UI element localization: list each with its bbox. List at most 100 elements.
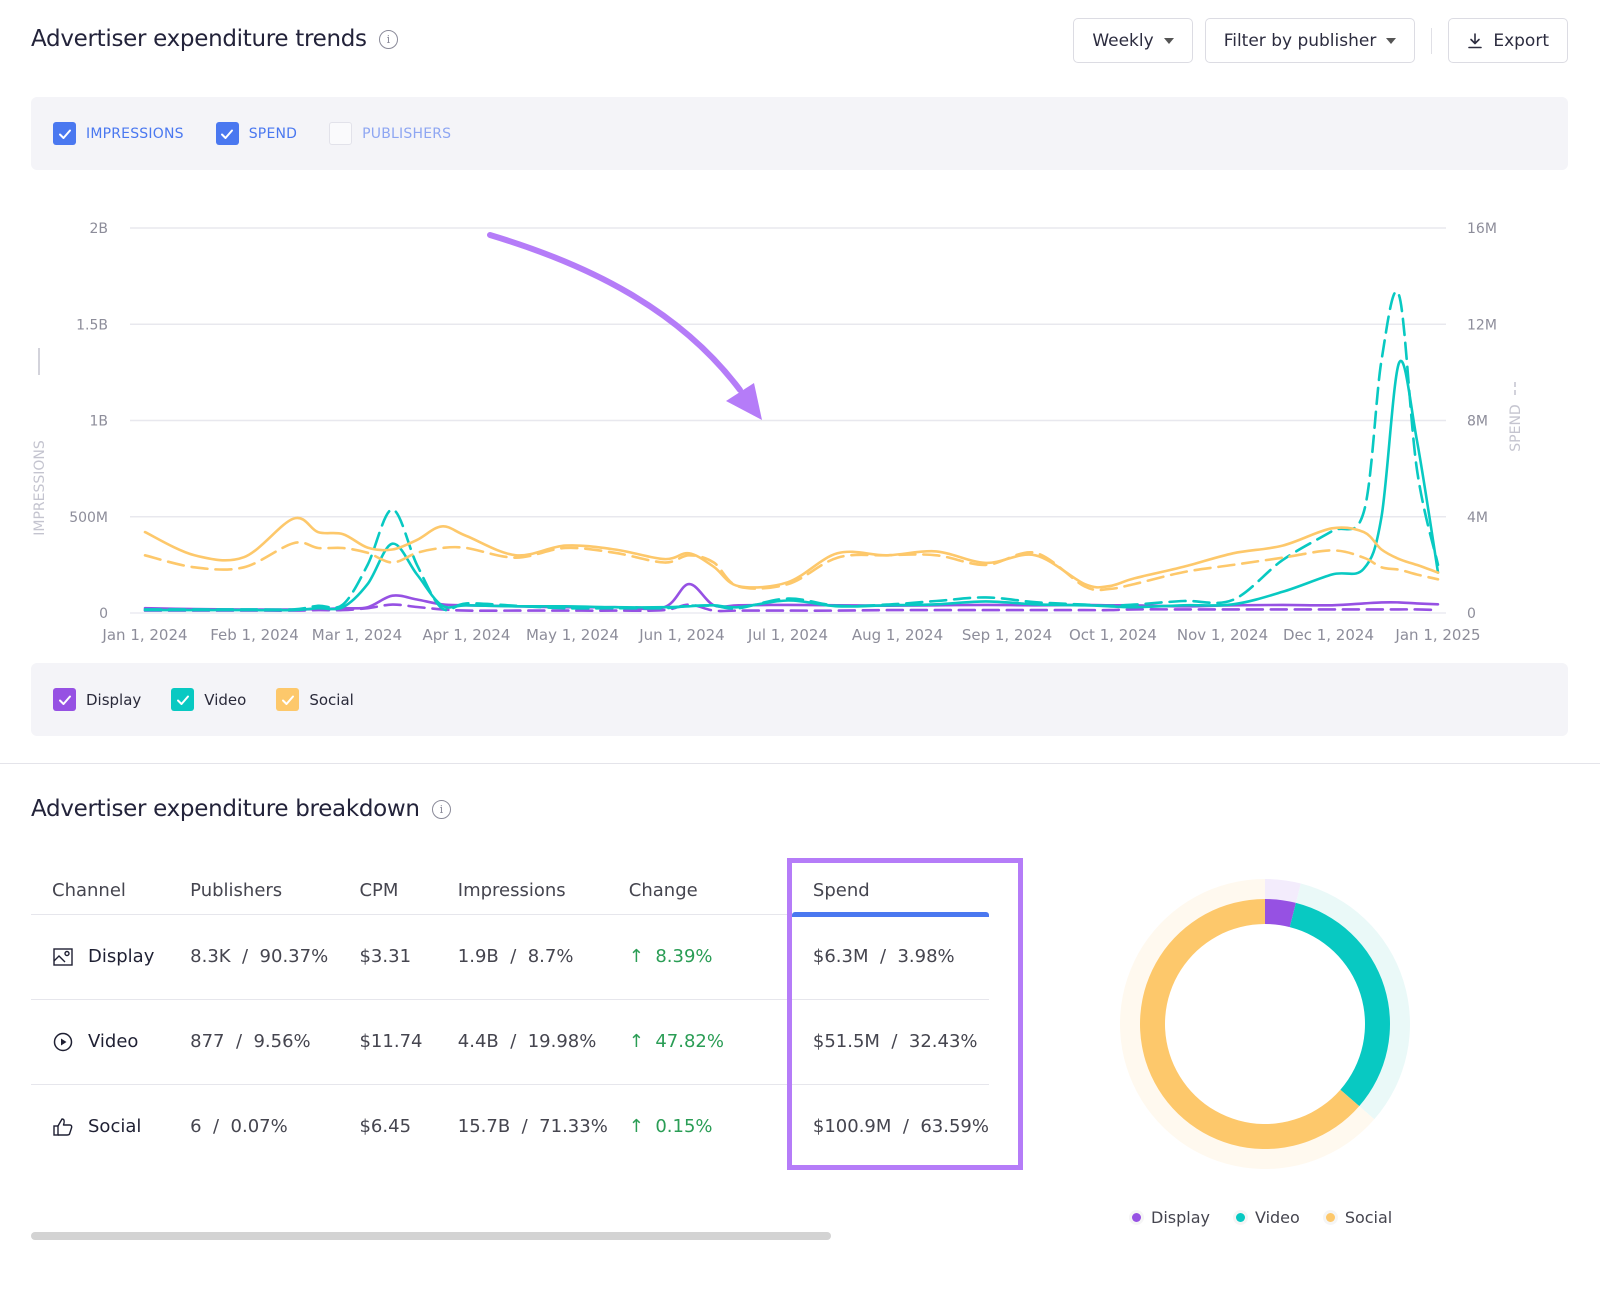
y2-tick-label: 16M: [1467, 221, 1497, 237]
y2-tick-label: 4M: [1467, 510, 1488, 526]
export-button[interactable]: Export: [1448, 18, 1568, 63]
legend-dot-icon: [1132, 1213, 1141, 1222]
x-tick-label: Sep 1, 2024: [962, 626, 1052, 644]
breakdown-title-text: Advertiser expenditure breakdown: [31, 796, 420, 822]
spend-value: $6.3M / 3.98%: [812, 946, 955, 967]
annotation-arrowhead: [726, 383, 762, 420]
checkbox-unchecked-icon[interactable]: [329, 122, 353, 145]
publishers-cell: 877 / 9.56%: [169, 999, 339, 1085]
spend-value: $100.9M / 63.59%: [812, 1116, 989, 1138]
y-tick-label: 500M: [69, 510, 108, 526]
channel-legend: Display Video Social: [31, 663, 1568, 736]
legend-video[interactable]: Video: [171, 688, 246, 711]
column-header-spend[interactable]: Spend: [777, 868, 989, 917]
cpm-cell: $3.31: [338, 914, 437, 1000]
change-value: 0.15%: [655, 1116, 713, 1138]
checkbox-checked-icon[interactable]: [53, 122, 76, 145]
donut-legend-social[interactable]: Social: [1325, 1208, 1393, 1227]
y-tick-label: 0: [99, 606, 108, 622]
y-axis-label: IMPRESSIONS: [32, 440, 48, 536]
breakdown-title: Advertiser expenditure breakdown i: [31, 796, 451, 822]
sort-indicator: [791, 911, 989, 917]
column-header-cpm[interactable]: CPM: [338, 868, 437, 915]
checkbox-checked-icon[interactable]: [53, 688, 76, 711]
toolbar: Weekly Filter by publisher Export: [1073, 18, 1568, 63]
info-icon[interactable]: i: [431, 799, 451, 819]
donut-legend: Display Video Social: [1132, 1208, 1392, 1227]
x-tick-label: Jan 1, 2024: [101, 626, 187, 644]
legend-display[interactable]: Display: [53, 688, 141, 711]
series-line-social-spend: [143, 541, 1440, 592]
column-header-change[interactable]: Change: [607, 868, 778, 915]
thumbs-up-icon: [53, 1118, 73, 1136]
info-icon[interactable]: i: [378, 29, 398, 49]
y-tick-label: 2B: [89, 221, 108, 237]
cpm-cell: $11.74: [338, 999, 437, 1085]
toolbar-divider: [1431, 27, 1433, 54]
metric-toggle-bar: IMPRESSIONS SPEND PUBLISHERS: [31, 97, 1568, 170]
checkbox-checked-icon[interactable]: [215, 122, 239, 145]
table-row[interactable]: Social 6 / 0.07% $6.45 15.7B / 71.33% ↑ …: [31, 1084, 989, 1169]
publishers-cell: 8.3K / 90.37%: [169, 914, 339, 1000]
table-row[interactable]: Display 8.3K / 90.37% $3.31 1.9B / 8.7% …: [31, 914, 989, 1000]
impressions-cell: 1.9B / 8.7%: [436, 914, 608, 1000]
channel-name: Social: [88, 1116, 142, 1138]
column-header-spend-label: Spend: [812, 880, 870, 902]
change-cell: ↑ 8.39%: [607, 914, 778, 1000]
x-tick-label: Aug 1, 2024: [852, 626, 943, 644]
publishers-cell: 6 / 0.07%: [190, 1116, 288, 1138]
x-tick-label: Dec 1, 2024: [1283, 626, 1374, 644]
legend-dot-icon: [1235, 1213, 1245, 1222]
export-label: Export: [1493, 30, 1549, 51]
column-header-channel[interactable]: Channel: [31, 868, 170, 915]
change-cell: ↑ 0.15%: [608, 1084, 778, 1169]
toggle-publishers[interactable]: PUBLISHERS: [329, 122, 451, 145]
spend-cell: $100.9M / 63.59%: [778, 1084, 989, 1169]
donut-legend-label: Social: [1344, 1208, 1393, 1227]
image-icon: [53, 947, 73, 966]
breakdown-table: Channel Publishers CPM Impressions Chang…: [31, 868, 989, 1169]
x-tick-label: May 1, 2024: [526, 626, 619, 644]
toggle-spend-label: SPEND: [248, 125, 298, 142]
spend-cell: $6.3M / 3.98%: [777, 914, 989, 1000]
impressions-cell: 4.4B / 19.98%: [436, 999, 608, 1085]
x-tick-label: Jul 1, 2024: [747, 626, 828, 644]
donut-legend-video[interactable]: Video: [1235, 1208, 1300, 1227]
spend-value: $51.5M / 32.43%: [812, 1031, 978, 1052]
donut-legend-label: Display: [1151, 1208, 1210, 1227]
y2-tick-label: 8M: [1467, 414, 1488, 430]
change-value: 47.82%: [655, 1031, 724, 1052]
series-line-social-impressions: [143, 516, 1440, 589]
table-row[interactable]: Video 877 / 9.56% $11.74 4.4B / 19.98% ↑…: [31, 999, 989, 1085]
interval-dropdown[interactable]: Weekly: [1073, 18, 1193, 63]
cpm-cell: $6.45: [359, 1116, 412, 1138]
y2-tick-label: 0: [1467, 606, 1476, 622]
publisher-filter-label: Filter by publisher: [1223, 30, 1377, 51]
horizontal-scrollbar[interactable]: [31, 1232, 831, 1240]
publisher-filter-dropdown[interactable]: Filter by publisher: [1204, 18, 1416, 63]
x-tick-label: Jun 1, 2024: [638, 626, 724, 644]
x-tick-label: Oct 1, 2024: [1069, 626, 1157, 644]
y-tick-label: 1B: [89, 414, 108, 430]
toggle-impressions[interactable]: IMPRESSIONS: [53, 122, 184, 145]
donut-legend-display[interactable]: Display: [1132, 1208, 1210, 1227]
legend-social[interactable]: Social: [276, 688, 354, 711]
page-title-text: Advertiser expenditure trends: [31, 26, 367, 52]
annotation-arrow: [487, 232, 743, 393]
x-tick-label: Mar 1, 2024: [312, 626, 402, 644]
y2-axis-label: SPEND: [1508, 404, 1524, 451]
column-header-impressions[interactable]: Impressions: [436, 868, 608, 915]
trends-chart-svg: 0 500M 1B 1.5B 2B 0 4M 8M 12M 16M Jan 1, 2024 Feb…: [32, 221, 1524, 644]
checkbox-checked-icon[interactable]: [276, 688, 300, 711]
column-header-publishers[interactable]: Publishers: [169, 868, 339, 915]
channel-name: Video: [88, 1031, 139, 1052]
checkbox-checked-icon[interactable]: [171, 688, 195, 711]
toggle-spend[interactable]: SPEND: [215, 122, 298, 145]
impressions-cell: 15.7B / 71.33%: [457, 1116, 608, 1138]
section-divider: [0, 763, 1600, 764]
channel-name: Display: [88, 946, 155, 967]
y-tick-label: 1.5B: [76, 317, 108, 333]
toggle-impressions-label: IMPRESSIONS: [86, 125, 184, 142]
channel-cell: Display: [31, 914, 170, 1000]
channel-cell: Social: [31, 1084, 169, 1169]
